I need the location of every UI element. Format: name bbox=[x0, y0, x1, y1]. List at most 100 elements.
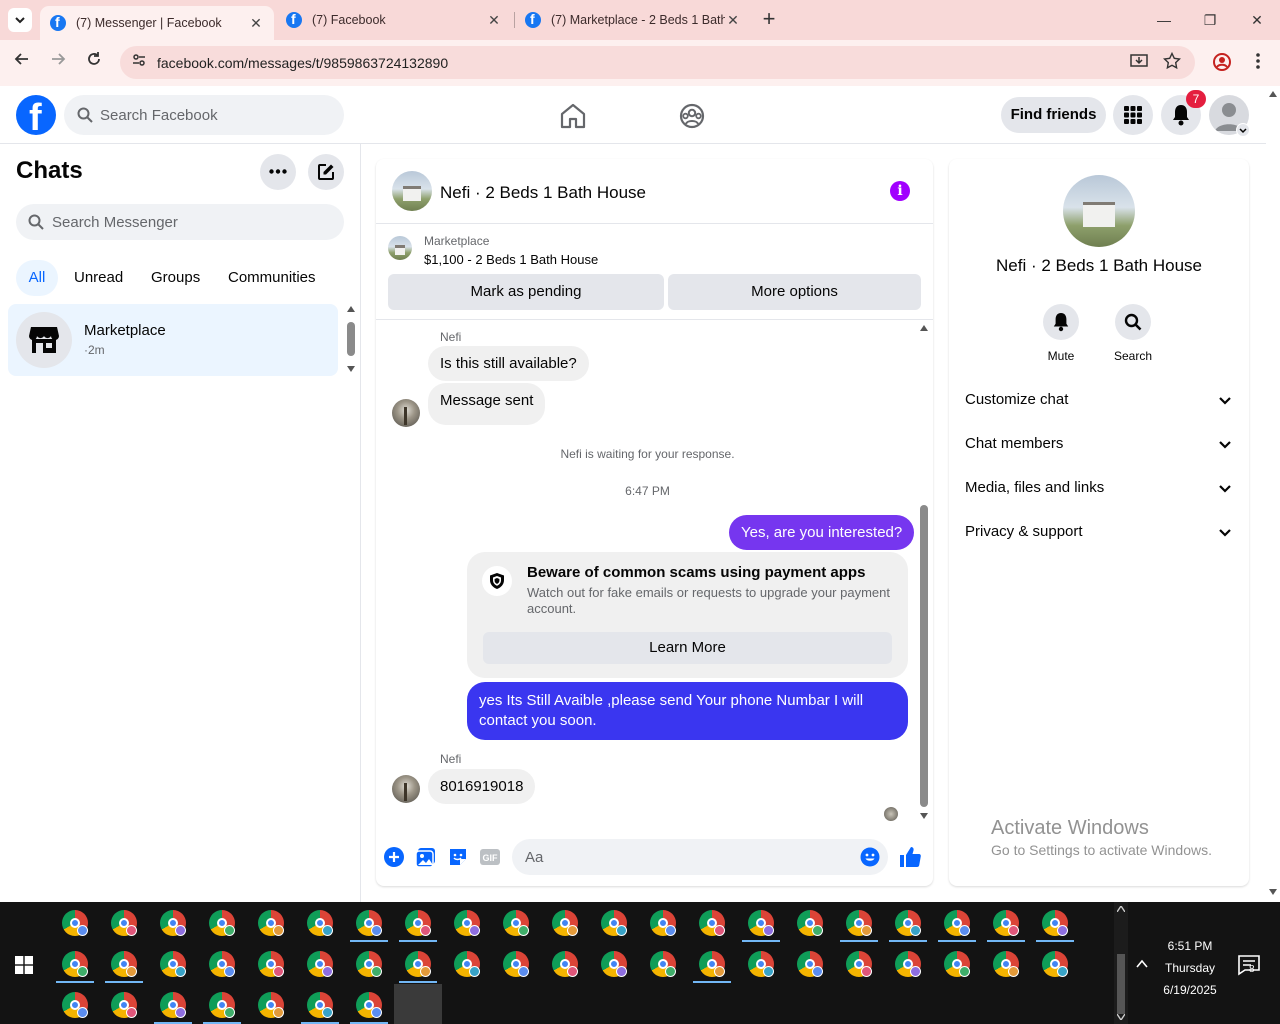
chrome-profile-icon[interactable] bbox=[209, 992, 235, 1018]
chrome-profile-icon[interactable] bbox=[944, 910, 970, 936]
mark-as-pending-button[interactable]: Mark as pending bbox=[388, 274, 664, 310]
scroll-thumb[interactable] bbox=[1117, 954, 1125, 1014]
nefi-avatar[interactable] bbox=[392, 399, 420, 427]
chrome-profile-icon[interactable] bbox=[552, 910, 578, 936]
chrome-profile-icon[interactable] bbox=[699, 910, 725, 936]
chrome-profile-icon[interactable] bbox=[846, 910, 872, 936]
house-avatar[interactable] bbox=[392, 171, 432, 211]
chrome-profile-icon[interactable] bbox=[62, 992, 88, 1018]
chrome-profile-icon[interactable] bbox=[160, 910, 186, 936]
facebook-logo-icon[interactable]: f bbox=[16, 95, 56, 135]
account-chevron-icon[interactable] bbox=[1236, 123, 1250, 137]
close-tab-icon[interactable]: ✕ bbox=[725, 12, 741, 29]
windows-start-icon[interactable] bbox=[15, 956, 33, 974]
messenger-search[interactable] bbox=[16, 204, 344, 240]
chats-scrollbar[interactable] bbox=[345, 306, 357, 374]
back-button[interactable] bbox=[10, 51, 34, 75]
chrome-profile-icon[interactable] bbox=[797, 910, 823, 936]
chrome-profile-icon[interactable] bbox=[601, 910, 627, 936]
chrome-profile-icon[interactable] bbox=[895, 951, 921, 977]
emoji-icon[interactable] bbox=[860, 847, 880, 867]
incoming-message[interactable]: 8016919018 bbox=[428, 769, 536, 804]
scroll-down-icon[interactable] bbox=[1117, 1014, 1125, 1020]
scroll-up-icon[interactable] bbox=[347, 306, 355, 312]
chrome-profile-icon[interactable] bbox=[62, 910, 88, 936]
install-app-icon[interactable] bbox=[1128, 52, 1150, 74]
chrome-profile-icon[interactable] bbox=[454, 910, 480, 936]
new-tab-button[interactable]: + bbox=[758, 8, 780, 32]
reload-button[interactable] bbox=[82, 51, 106, 75]
chrome-profile-icon[interactable] bbox=[1042, 951, 1068, 977]
filter-all[interactable]: All bbox=[16, 260, 58, 296]
filter-unread[interactable]: Unread bbox=[64, 260, 133, 296]
chrome-profile-icon[interactable] bbox=[160, 951, 186, 977]
section-chat-members[interactable]: Chat members bbox=[949, 422, 1249, 466]
taskbar-scrollbar[interactable] bbox=[1114, 902, 1128, 1024]
chrome-profile-icon[interactable] bbox=[993, 951, 1019, 977]
profile-icon[interactable] bbox=[1211, 52, 1233, 74]
facebook-search-input[interactable] bbox=[100, 95, 330, 135]
chrome-profile-icon[interactable] bbox=[258, 992, 284, 1018]
chrome-profile-icon[interactable] bbox=[356, 910, 382, 936]
site-settings-icon[interactable] bbox=[128, 52, 150, 74]
photo-icon[interactable] bbox=[415, 846, 437, 868]
chrome-profile-icon[interactable] bbox=[356, 992, 382, 1018]
chevron-up-icon[interactable] bbox=[1135, 957, 1149, 971]
menu-button[interactable] bbox=[1113, 95, 1153, 135]
tab-marketplace[interactable]: (7) Marketplace - 2 Beds 1 Bath ✕ bbox=[515, 0, 751, 40]
scroll-up-icon[interactable] bbox=[1117, 906, 1125, 912]
taskbar-clock[interactable]: 6:51 PM Thursday 6/19/2025 bbox=[1150, 935, 1230, 1001]
address-bar[interactable]: facebook.com/messages/t/9859863724132890 bbox=[120, 46, 1195, 79]
chrome-profile-icon[interactable] bbox=[258, 910, 284, 936]
scroll-up-icon[interactable] bbox=[1269, 91, 1277, 97]
chrome-profile-icon[interactable] bbox=[601, 951, 627, 977]
chrome-profile-icon[interactable] bbox=[1042, 910, 1068, 936]
chrome-profile-icon[interactable] bbox=[699, 951, 725, 977]
tab-messenger[interactable]: (7) Messenger | Facebook ✕ bbox=[40, 6, 274, 40]
tab-search-button[interactable] bbox=[8, 8, 32, 32]
chrome-profile-icon[interactable] bbox=[895, 910, 921, 936]
incoming-message[interactable]: Message sent bbox=[428, 383, 546, 425]
chrome-profile-icon[interactable] bbox=[258, 951, 284, 977]
chrome-profile-icon[interactable] bbox=[307, 992, 333, 1018]
section-customize-chat[interactable]: Customize chat bbox=[949, 378, 1249, 422]
chrome-profile-icon[interactable] bbox=[405, 951, 431, 977]
learn-more-button[interactable]: Learn More bbox=[483, 632, 892, 664]
chats-options-button[interactable] bbox=[260, 154, 296, 190]
chrome-profile-icon[interactable] bbox=[111, 910, 137, 936]
more-options-button[interactable]: More options bbox=[668, 274, 921, 310]
chrome-profile-icon[interactable] bbox=[944, 951, 970, 977]
tab-facebook[interactable]: (7) Facebook ✕ bbox=[276, 0, 512, 40]
filter-groups[interactable]: Groups bbox=[141, 260, 210, 296]
forward-button[interactable] bbox=[46, 51, 70, 75]
scroll-up-icon[interactable] bbox=[920, 325, 928, 331]
scroll-down-icon[interactable] bbox=[920, 813, 928, 819]
groups-icon[interactable] bbox=[677, 101, 707, 131]
thumbs-up-icon[interactable] bbox=[899, 846, 921, 868]
section-media-files-links[interactable]: Media, files and links bbox=[949, 466, 1249, 510]
chrome-profile-icon[interactable] bbox=[307, 910, 333, 936]
house-profile-photo[interactable] bbox=[1063, 175, 1135, 247]
chrome-profile-icon[interactable] bbox=[503, 951, 529, 977]
chrome-profile-icon[interactable] bbox=[503, 910, 529, 936]
scroll-thumb[interactable] bbox=[347, 322, 355, 356]
chrome-profile-icon[interactable] bbox=[160, 992, 186, 1018]
chrome-profile-icon[interactable] bbox=[307, 951, 333, 977]
incoming-message[interactable]: Is this still available? bbox=[428, 346, 589, 381]
scroll-down-icon[interactable] bbox=[347, 366, 355, 372]
restore-button[interactable]: ❐ bbox=[1198, 8, 1222, 32]
chrome-profile-icon[interactable] bbox=[552, 951, 578, 977]
page-scrollbar[interactable] bbox=[1266, 87, 1280, 902]
scroll-thumb[interactable] bbox=[920, 505, 928, 807]
message-input[interactable] bbox=[525, 839, 845, 875]
chrome-profile-icon[interactable] bbox=[797, 951, 823, 977]
mute-action[interactable]: Mute bbox=[1026, 304, 1096, 363]
chrome-profile-icon[interactable] bbox=[209, 910, 235, 936]
facebook-search[interactable] bbox=[64, 95, 344, 135]
conversation-info-button[interactable]: i bbox=[890, 181, 910, 201]
filter-communities[interactable]: Communities bbox=[218, 260, 326, 296]
listing-title[interactable]: $1,100 - 2 Beds 1 Bath House bbox=[424, 252, 598, 267]
chrome-profile-icon[interactable] bbox=[111, 951, 137, 977]
scroll-down-icon[interactable] bbox=[1269, 889, 1277, 895]
close-tab-icon[interactable]: ✕ bbox=[248, 15, 264, 32]
